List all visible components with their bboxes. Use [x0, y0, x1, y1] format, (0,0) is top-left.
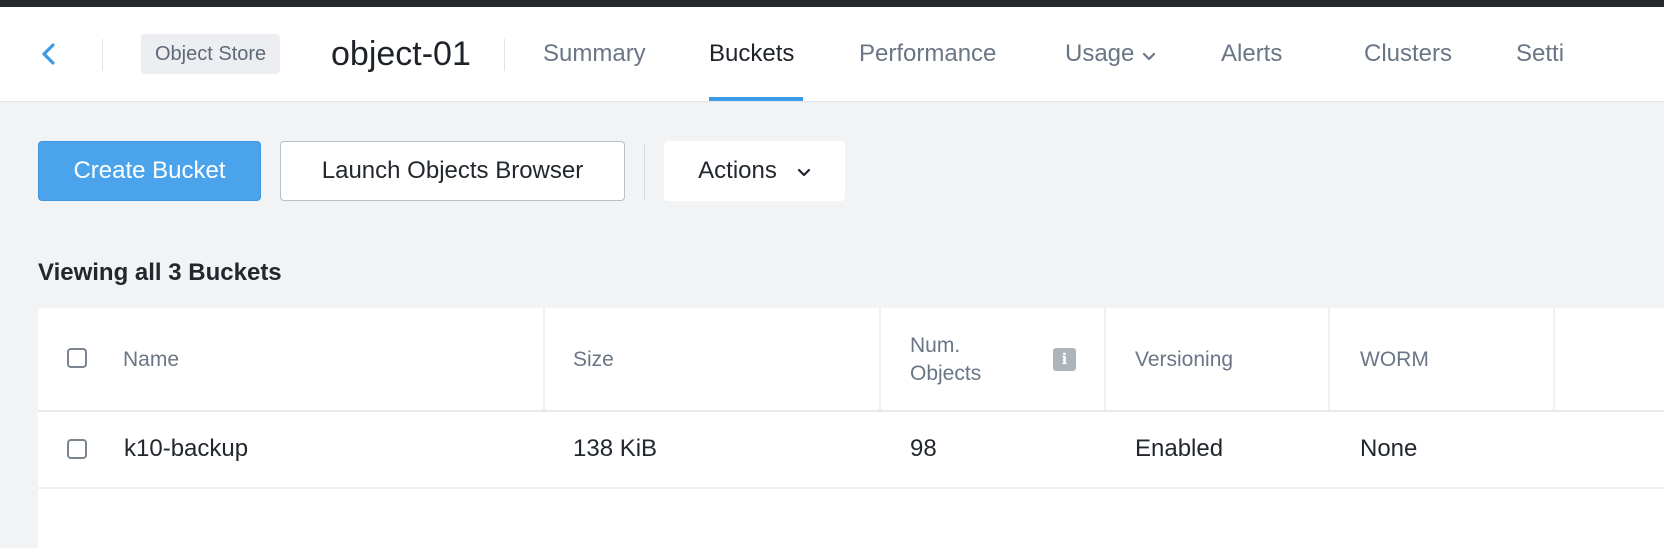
entity-name: object-01 — [331, 35, 471, 73]
back-chevron-icon[interactable] — [36, 41, 62, 67]
launch-objects-browser-button[interactable]: Launch Objects Browser — [280, 141, 625, 201]
tab-summary[interactable]: Summary — [543, 37, 646, 71]
bucket-worm: None — [1360, 435, 1418, 462]
bucket-size: 138 KiB — [573, 435, 658, 462]
buckets-table: Name Size Num. Objects i Versioning WORM… — [38, 308, 1664, 548]
column-header-name[interactable]: Name — [123, 346, 179, 374]
viewing-count-label: Viewing all 3 Buckets — [38, 259, 282, 286]
table-row[interactable]: k10-backup 138 KiB 98 Enabled None — [38, 411, 1664, 489]
table-header: Name Size Num. Objects i Versioning WORM — [38, 308, 1664, 412]
info-icon[interactable]: i — [1053, 348, 1076, 371]
create-bucket-button[interactable]: Create Bucket — [38, 141, 261, 201]
tab-usage-label: Usage — [1065, 40, 1135, 67]
tab-buckets[interactable]: Buckets — [709, 37, 794, 71]
row-checkbox[interactable] — [67, 439, 87, 459]
column-divider — [1328, 308, 1330, 410]
chevron-down-icon — [797, 157, 811, 185]
tab-usage[interactable]: Usage — [1065, 37, 1156, 72]
column-divider — [543, 308, 545, 410]
tab-clusters[interactable]: Clusters — [1364, 37, 1452, 71]
select-all-checkbox[interactable] — [67, 348, 87, 368]
toolbar-divider — [644, 143, 645, 201]
active-tab-indicator — [709, 97, 803, 101]
header-divider — [102, 39, 103, 71]
column-header-size[interactable]: Size — [573, 346, 614, 374]
header-divider — [504, 39, 505, 71]
tab-performance[interactable]: Performance — [859, 37, 996, 71]
column-divider — [1104, 308, 1106, 410]
bucket-versioning: Enabled — [1135, 435, 1224, 462]
actions-label: Actions — [698, 157, 777, 184]
column-header-num-objects[interactable]: Num. Objects — [910, 332, 981, 388]
entity-header: Object Store object-01 Summary Buckets P… — [0, 7, 1664, 102]
column-divider — [879, 308, 881, 410]
bucket-num-objects: 98 — [910, 435, 937, 462]
column-header-worm[interactable]: WORM — [1360, 346, 1429, 374]
tab-settings[interactable]: Setti — [1516, 37, 1564, 71]
top-strip — [0, 0, 1664, 7]
entity-type-badge: Object Store — [141, 34, 281, 74]
tab-alerts[interactable]: Alerts — [1221, 37, 1282, 71]
column-header-versioning[interactable]: Versioning — [1135, 346, 1233, 374]
column-header-num-objects-line2: Objects — [910, 362, 982, 385]
actions-dropdown[interactable]: Actions — [664, 141, 845, 201]
column-header-num-objects-line1: Num. — [910, 334, 961, 357]
column-divider — [1553, 308, 1555, 410]
chevron-down-icon — [1142, 38, 1156, 72]
bucket-name[interactable]: k10-backup — [124, 433, 248, 465]
